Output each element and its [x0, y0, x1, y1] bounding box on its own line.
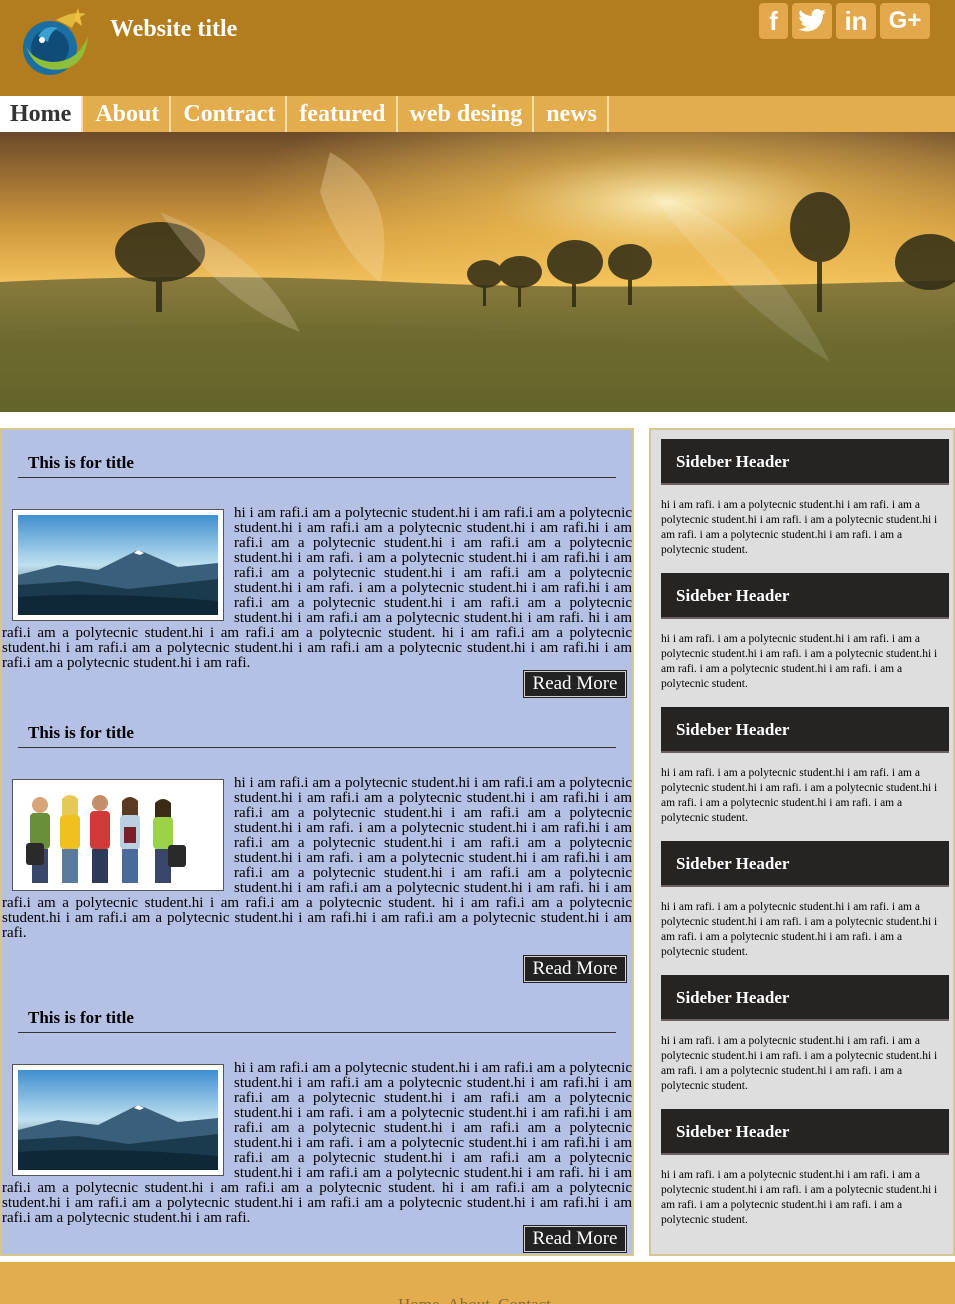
linkedin-icon[interactable]: in	[836, 3, 876, 39]
sidebar-text: hi i am rafi. i am a polytecnic student.…	[661, 633, 938, 690]
sidebar: Sideber Header hi i am rafi. i am a poly…	[649, 428, 955, 1256]
footer-links: Home About Contact	[398, 1295, 551, 1304]
hero-banner	[0, 132, 955, 412]
article-body: hi i am rafi.i am a polytecnic student.h…	[2, 775, 632, 941]
nav-item-news[interactable]: news	[534, 96, 609, 132]
article-body: hi i am rafi.i am a polytecnic student.h…	[2, 1060, 632, 1226]
sidebar-block: Sideber Header hi i am rafi. i am a poly…	[661, 1109, 949, 1228]
sunset-landscape-image	[0, 132, 955, 412]
sidebar-header: Sideber Header	[661, 707, 949, 753]
footer-link-contact[interactable]: Contact	[498, 1295, 551, 1304]
nav-item-about[interactable]: About	[83, 96, 172, 132]
site-title: Website title	[110, 16, 238, 42]
social-links: f in G+	[759, 3, 930, 39]
sidebar-text: hi i am rafi. i am a polytecnic student.…	[661, 901, 938, 958]
read-more-button[interactable]: Read More	[523, 955, 627, 983]
site-logo[interactable]	[16, 6, 92, 78]
sidebar-header: Sideber Header	[661, 573, 949, 619]
sidebar-block: Sideber Header hi i am rafi. i am a poly…	[661, 573, 949, 692]
sidebar-header: Sideber Header	[661, 1109, 949, 1155]
main-content: This is for title hi i am rafi.i am a po…	[0, 428, 634, 1256]
sidebar-header: Sideber Header	[661, 975, 949, 1021]
twitter-icon[interactable]	[792, 3, 832, 39]
sidebar-text: hi i am rafi. i am a polytecnic student.…	[661, 1035, 938, 1092]
footer-link-about[interactable]: About	[448, 1295, 491, 1304]
site-header: Website title f in G+	[0, 0, 955, 96]
nav-item-home[interactable]: Home	[0, 96, 84, 132]
article-title: This is for title	[28, 723, 134, 742]
sidebar-text: hi i am rafi. i am a polytecnic student.…	[661, 1169, 938, 1226]
sidebar-block: Sideber Header hi i am rafi. i am a poly…	[661, 439, 949, 558]
sidebar-block: Sideber Header hi i am rafi. i am a poly…	[661, 707, 949, 826]
divider	[18, 1032, 616, 1033]
article-body: hi i am rafi.i am a polytecnic student.h…	[2, 505, 632, 671]
divider	[18, 747, 616, 748]
divider	[18, 477, 616, 478]
article-title: This is for title	[28, 453, 134, 472]
article-title: This is for title	[28, 1008, 134, 1027]
nav-item-contract[interactable]: Contract	[171, 96, 288, 132]
sidebar-header: Sideber Header	[661, 841, 949, 887]
read-more-button[interactable]: Read More	[523, 670, 627, 698]
google-plus-icon[interactable]: G+	[880, 3, 930, 39]
nav-item-featured[interactable]: featured	[287, 96, 398, 132]
footer-link-home[interactable]: Home	[398, 1295, 440, 1304]
main-nav: Home About Contract featured web desing …	[0, 96, 955, 132]
read-more-button[interactable]: Read More	[523, 1225, 627, 1253]
sidebar-block: Sideber Header hi i am rafi. i am a poly…	[661, 841, 949, 960]
site-footer: Home About Contact	[0, 1262, 955, 1304]
facebook-icon[interactable]: f	[759, 3, 788, 39]
sidebar-header: Sideber Header	[661, 439, 949, 485]
sidebar-block: Sideber Header hi i am rafi. i am a poly…	[661, 975, 949, 1094]
sidebar-text: hi i am rafi. i am a polytecnic student.…	[661, 767, 938, 824]
nav-item-web-design[interactable]: web desing	[398, 96, 535, 132]
sidebar-text: hi i am rafi. i am a polytecnic student.…	[661, 499, 938, 556]
